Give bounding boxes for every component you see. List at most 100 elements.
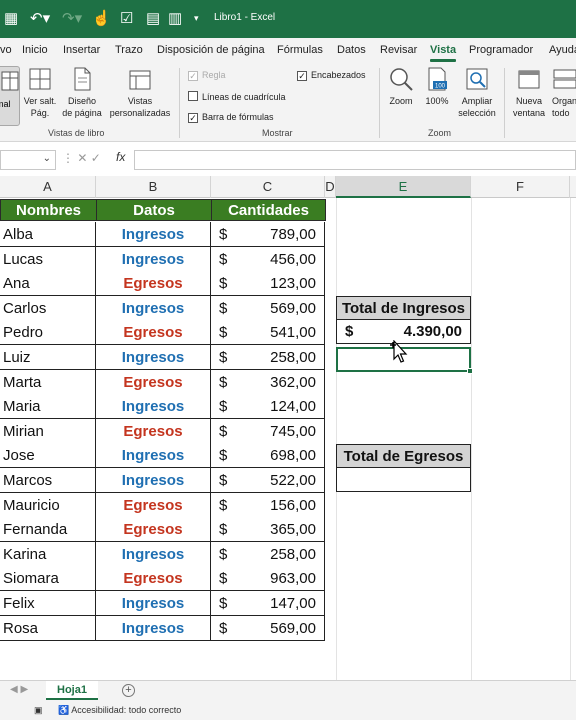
tab-data[interactable]: Datos	[337, 44, 366, 56]
gridlines-checkbox[interactable]: Líneas de cuadrícula	[188, 91, 286, 102]
cell-amount[interactable]: $124,00	[211, 394, 325, 420]
undo-icon[interactable]: ↶▾	[30, 9, 50, 27]
cell-amount[interactable]: $789,00	[211, 222, 325, 247]
cell-name[interactable]: Siomara	[0, 566, 96, 592]
header-nombres[interactable]: Nombres	[0, 199, 97, 221]
cell-name[interactable]: Alba	[0, 222, 96, 247]
headings-checkbox[interactable]: ✓ Encabezados	[297, 70, 366, 81]
cell-amount[interactable]: $456,00	[211, 246, 325, 272]
cell-type[interactable]: Egresos	[96, 566, 211, 592]
cell-name[interactable]: Lucas	[0, 246, 96, 272]
cell-amount[interactable]: $365,00	[211, 517, 325, 543]
form-checkbox-icon[interactable]: ☑	[120, 9, 133, 27]
cell-type[interactable]: Egresos	[96, 369, 211, 395]
new-window-button[interactable]: Nueva ventana	[510, 66, 548, 119]
ruler-checkbox[interactable]: ✓ Regla	[188, 70, 226, 81]
cell-name[interactable]: Rosa	[0, 615, 96, 641]
cell-amount[interactable]: $698,00	[211, 443, 325, 469]
form-icon[interactable]: ▥	[168, 9, 182, 27]
cell-type[interactable]: Ingresos	[96, 591, 211, 616]
cell-type[interactable]: Egresos	[96, 492, 211, 518]
page-break-preview-button[interactable]: Ver salt. Pág.	[22, 66, 58, 119]
cell-type[interactable]: Ingresos	[96, 394, 211, 420]
touch-mode-icon[interactable]: ☝	[92, 9, 111, 27]
column-header-b[interactable]: B	[96, 176, 211, 198]
cell-amount[interactable]: $541,00	[211, 320, 325, 346]
cell-name[interactable]: Carlos	[0, 295, 96, 321]
header-datos[interactable]: Datos	[96, 199, 212, 221]
custom-views-button[interactable]: Vistas personalizadas	[106, 66, 174, 119]
cell-type[interactable]: Ingresos	[96, 468, 211, 493]
sheet-nav-icon[interactable]: ◀ ▶	[10, 684, 28, 695]
tab-view-truncated[interactable]: vo	[0, 44, 12, 56]
enter-icon[interactable]: ✓	[91, 151, 101, 165]
cell-type[interactable]: Ingresos	[96, 345, 211, 370]
formula-input[interactable]	[134, 150, 576, 170]
cell-type[interactable]: Egresos	[96, 517, 211, 543]
cell-amount[interactable]: $258,00	[211, 345, 325, 370]
cell-amount[interactable]: $362,00	[211, 369, 325, 395]
cell-type[interactable]: Ingresos	[96, 443, 211, 469]
cancel-icon[interactable]: ✕	[77, 151, 87, 165]
tab-formulas[interactable]: Fórmulas	[277, 44, 323, 56]
cell-type[interactable]: Egresos	[96, 418, 211, 444]
cell-amount[interactable]: $258,00	[211, 541, 325, 567]
page-layout-button[interactable]: Diseño de página	[62, 66, 102, 119]
cell-type[interactable]: Egresos	[96, 271, 211, 297]
tab-help[interactable]: Ayuda	[549, 44, 576, 56]
cell-name[interactable]: Jose	[0, 443, 96, 469]
zoom-button[interactable]: Zoom	[386, 66, 416, 107]
cell-name[interactable]: Fernanda	[0, 517, 96, 543]
tab-page-layout[interactable]: Disposición de página	[157, 44, 265, 56]
column-header-d[interactable]: D	[325, 176, 336, 198]
worksheet-grid[interactable]: Nombres Datos Cantidades Alba Ingresos $78…	[0, 198, 576, 680]
cell-name[interactable]: Karina	[0, 541, 96, 567]
tab-view[interactable]: Vista	[430, 44, 457, 62]
redo-icon[interactable]: ↷▾	[62, 9, 82, 27]
zoom-selection-button[interactable]: Ampliar selección	[455, 66, 499, 119]
add-sheet-icon[interactable]: +	[122, 684, 135, 697]
cell-type[interactable]: Ingresos	[96, 541, 211, 567]
cell-name[interactable]: Marcos	[0, 468, 96, 493]
column-header-a[interactable]: A	[0, 176, 96, 198]
cell-type[interactable]: Ingresos	[96, 615, 211, 641]
cell-amount[interactable]: $745,00	[211, 418, 325, 444]
cell-name[interactable]: Felix	[0, 591, 96, 616]
cell-amount[interactable]: $569,00	[211, 615, 325, 641]
zoom-100-button[interactable]: 100 100%	[422, 66, 452, 107]
tab-review[interactable]: Revisar	[380, 44, 417, 56]
header-cantidades[interactable]: Cantidades	[211, 199, 326, 221]
chevron-down-icon[interactable]: ⌄	[43, 153, 51, 164]
total-ingresos-header[interactable]: Total de Ingresos	[336, 296, 471, 320]
fill-handle[interactable]	[467, 368, 473, 374]
table-icon[interactable]: ▤	[146, 9, 160, 27]
cell-amount[interactable]: $147,00	[211, 591, 325, 616]
cell-type[interactable]: Egresos	[96, 320, 211, 346]
cell-type[interactable]: Ingresos	[96, 222, 211, 247]
total-egresos-value[interactable]	[336, 468, 471, 492]
cell-name[interactable]: Mauricio	[0, 492, 96, 518]
tab-developer[interactable]: Programador	[469, 44, 533, 56]
column-header-f[interactable]: F	[471, 176, 570, 198]
cell-name[interactable]: Mirian	[0, 418, 96, 444]
cell-name[interactable]: Maria	[0, 394, 96, 420]
arrange-all-button[interactable]: Organ todo	[552, 66, 576, 119]
normal-view-button[interactable]: rmal	[0, 66, 20, 126]
accessibility-status[interactable]: ♿ Accesibilidad: todo correcto	[58, 705, 181, 716]
cell-amount[interactable]: $963,00	[211, 566, 325, 592]
cell-amount[interactable]: $123,00	[211, 271, 325, 297]
tab-draw[interactable]: Trazo	[115, 44, 143, 56]
cell-type[interactable]: Ingresos	[96, 246, 211, 272]
cell-amount[interactable]: $156,00	[211, 492, 325, 518]
cell-amount[interactable]: $522,00	[211, 468, 325, 493]
formula-bar-checkbox[interactable]: ✓ Barra de fórmulas	[188, 112, 274, 123]
cell-name[interactable]: Marta	[0, 369, 96, 395]
tab-insert[interactable]: Insertar	[63, 44, 100, 56]
sheet-tab-hoja1[interactable]: Hoja1	[46, 681, 98, 700]
customize-toolbar-icon[interactable]: ▾	[194, 13, 199, 24]
name-box[interactable]: ⌄	[0, 150, 56, 170]
cell-amount[interactable]: $569,00	[211, 295, 325, 321]
column-header-c[interactable]: C	[211, 176, 325, 198]
cell-type[interactable]: Ingresos	[96, 295, 211, 321]
cell-name[interactable]: Pedro	[0, 320, 96, 346]
